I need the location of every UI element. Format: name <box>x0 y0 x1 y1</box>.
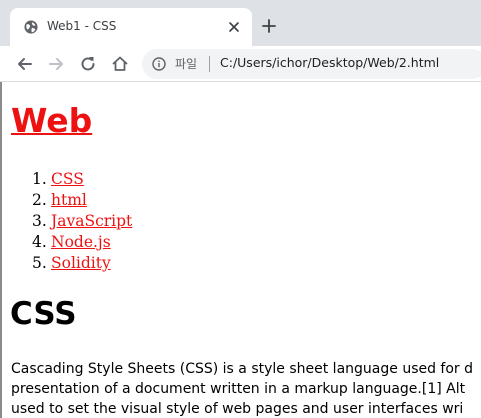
page-viewport: Web 1. CSS 2. html 3. JavaScript 4. Node… <box>0 82 481 418</box>
list-number: 3. <box>32 212 47 230</box>
tab-title: Web1 - CSS <box>47 19 117 33</box>
body-line: used to set the visual style of web page… <box>11 401 464 417</box>
section-heading: CSS <box>10 296 77 332</box>
body-paragraph: Cascading Style Sheets (CSS) is a style … <box>11 359 481 418</box>
back-arrow-icon[interactable] <box>15 54 35 74</box>
body-line: Cascading Style Sheets (CSS) is a style … <box>11 361 474 377</box>
list-number: 2. <box>32 191 47 209</box>
url-separator <box>209 56 210 72</box>
browser-window: Web1 - CSS 파일 C:/Users/ichor/Desktop/Web… <box>0 0 481 418</box>
list-number: 1. <box>32 170 47 188</box>
globe-icon <box>24 20 38 34</box>
nav-link-css[interactable]: CSS <box>51 169 84 190</box>
nav-link-solidity[interactable]: Solidity <box>51 253 111 274</box>
info-icon[interactable] <box>152 57 166 71</box>
list-number: 5. <box>32 254 47 272</box>
home-icon[interactable] <box>110 54 130 74</box>
url-scheme-label: 파일 <box>175 57 198 71</box>
tab-active[interactable]: Web1 - CSS <box>10 8 252 46</box>
nav-link-javascript[interactable]: JavaScript <box>51 211 132 232</box>
site-title-link[interactable]: Web <box>11 101 92 140</box>
new-tab-icon[interactable] <box>262 19 276 33</box>
page-title: Web <box>11 104 92 137</box>
close-icon[interactable] <box>228 21 240 33</box>
reload-icon[interactable] <box>78 54 98 74</box>
nav-link-html[interactable]: html <box>51 190 87 211</box>
toolbar: 파일 C:/Users/ichor/Desktop/Web/2.html <box>0 46 481 82</box>
nav-link-nodejs[interactable]: Node.js <box>51 232 111 253</box>
list-number: 4. <box>32 233 47 251</box>
forward-arrow-icon[interactable] <box>46 54 66 74</box>
body-line: presentation of a document written in a … <box>11 381 466 397</box>
address-bar[interactable]: 파일 C:/Users/ichor/Desktop/Web/2.html <box>142 49 481 79</box>
url-text[interactable]: C:/Users/ichor/Desktop/Web/2.html <box>220 55 439 70</box>
window-edge <box>0 82 2 418</box>
tab-strip: Web1 - CSS <box>0 0 481 46</box>
